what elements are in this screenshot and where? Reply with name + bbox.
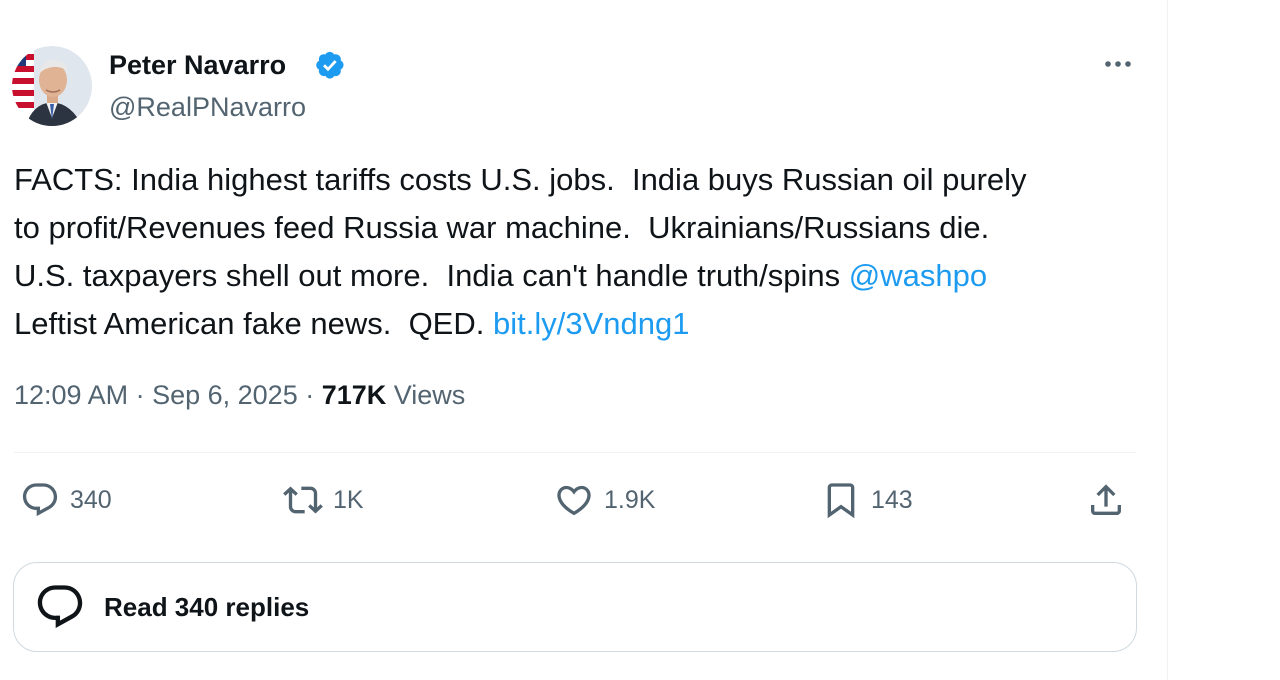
- conversation-icon: [37, 585, 83, 629]
- like-count: 1.9K: [604, 485, 656, 514]
- repost-button[interactable]: 1K: [283, 478, 364, 522]
- bookmark-icon: [827, 483, 855, 519]
- meta-separator: ·: [297, 380, 322, 410]
- read-replies-button[interactable]: Read 340 replies: [13, 562, 1137, 652]
- views-count: 717K: [321, 380, 387, 410]
- bookmark-button[interactable]: 143: [821, 478, 913, 522]
- tweet-text-line: Leftist American fake news. QED. bit.ly/…: [14, 306, 690, 341]
- meta-separator: ·: [128, 380, 153, 410]
- tweet-text-line: U.S. taxpayers shell out more. India can…: [14, 258, 988, 293]
- tweet-time[interactable]: 12:09 AM: [14, 380, 128, 410]
- share-icon: [1091, 484, 1121, 515]
- bookmark-count: 143: [871, 485, 913, 514]
- repost-count: 1K: [333, 485, 364, 514]
- mention-link[interactable]: @washpo: [849, 258, 987, 293]
- views-label: Views: [386, 380, 466, 410]
- author-handle[interactable]: @RealPNavarro: [109, 92, 306, 123]
- tweet-meta: 12:09 AM · Sep 6, 2025 · 717K Views: [14, 380, 465, 411]
- tweet-text-line: FACTS: India highest tariffs costs U.S. …: [14, 162, 1027, 197]
- tweet-text-line: to profit/Revenues feed Russia war machi…: [14, 210, 990, 245]
- repost-icon: [283, 486, 323, 514]
- reply-count: 340: [70, 485, 112, 514]
- tweet-text: FACTS: India highest tariffs costs U.S. …: [14, 156, 1154, 348]
- avatar-image: [12, 46, 92, 126]
- read-replies-label: Read 340 replies: [104, 591, 310, 622]
- tweet-date[interactable]: Sep 6, 2025: [152, 380, 298, 410]
- like-button[interactable]: 1.9K: [554, 478, 655, 522]
- verified-badge-icon[interactable]: [313, 48, 347, 82]
- divider: [14, 452, 1136, 453]
- heart-icon: [557, 485, 591, 516]
- avatar[interactable]: [12, 46, 92, 126]
- url-link[interactable]: bit.ly/3Vndng1: [493, 306, 689, 341]
- share-button[interactable]: [1086, 478, 1126, 522]
- tweet-detail: Peter Navarro @RealPNavarro FACTS: India…: [0, 0, 1168, 680]
- reply-button[interactable]: 340: [20, 478, 112, 522]
- reply-bubble-icon: [22, 483, 58, 517]
- more-dots-icon: [1105, 61, 1131, 67]
- author-name[interactable]: Peter Navarro: [109, 50, 286, 81]
- more-options-button[interactable]: [1098, 46, 1138, 82]
